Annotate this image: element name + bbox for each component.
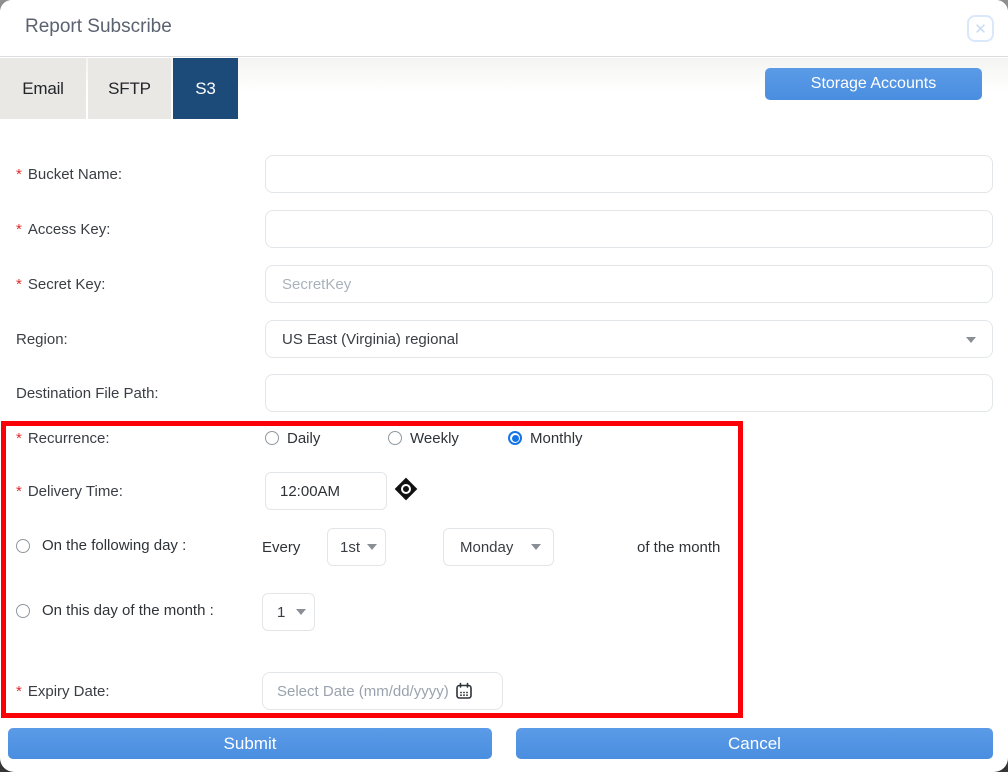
destination-file-path-input[interactable] [265, 374, 993, 412]
chevron-down-icon [367, 544, 377, 550]
region-selected-value: US East (Virginia) regional [282, 330, 459, 348]
radio-day-of-month[interactable] [16, 603, 30, 618]
storage-accounts-button[interactable]: Storage Accounts [765, 68, 982, 100]
access-key-label: * Access Key: [16, 220, 111, 238]
required-asterisk: * [16, 165, 22, 183]
recurrence-label: * Recurrence: [16, 429, 110, 447]
every-label: Every [262, 539, 301, 556]
day-of-month-option[interactable]: On this day of the month : [16, 602, 214, 619]
required-asterisk: * [16, 429, 22, 447]
following-day-label: On the following day : [42, 537, 187, 554]
weekday-select[interactable]: Monday [443, 528, 554, 566]
chevron-down-icon [531, 544, 541, 550]
required-asterisk: * [16, 220, 22, 238]
submit-button[interactable]: Submit [8, 728, 492, 759]
chevron-down-icon [296, 609, 306, 615]
region-label: Region: [16, 330, 68, 348]
required-asterisk: * [16, 682, 22, 700]
following-day-option[interactable]: On the following day : [16, 537, 186, 554]
tab-s3[interactable]: S3 [173, 58, 238, 119]
day-select[interactable]: 1 [262, 593, 315, 631]
expiry-date-placeholder: Select Date (mm/dd/yyyy) [277, 682, 449, 700]
bucket-name-label: * Bucket Name: [16, 165, 123, 183]
report-subscribe-dialog: Report Subscribe ✕ Email SFTP S3 Storage… [0, 0, 1008, 772]
bucket-name-input[interactable] [265, 155, 993, 193]
access-key-input[interactable] [265, 210, 993, 248]
tab-strip: Email SFTP S3 Storage Accounts [0, 58, 1008, 119]
region-select[interactable]: US East (Virginia) regional [265, 320, 993, 358]
of-the-month-label: of the month [637, 539, 721, 556]
required-asterisk: * [16, 482, 22, 500]
radio-monthly[interactable] [508, 431, 522, 445]
delivery-time-input[interactable] [265, 472, 387, 510]
recurrence-option-weekly[interactable]: Weekly [388, 428, 459, 448]
secret-key-input[interactable] [265, 265, 993, 303]
chevron-down-icon [966, 337, 976, 343]
ordinal-select[interactable]: 1st [327, 528, 386, 566]
expiry-date-label: * Expiry Date: [16, 682, 110, 700]
delivery-time-label: * Delivery Time: [16, 482, 123, 500]
dialog-header: Report Subscribe ✕ [0, 0, 1008, 57]
radio-following-day[interactable] [16, 538, 30, 553]
calendar-icon [455, 682, 473, 700]
destination-file-path-label: Destination File Path: [16, 384, 159, 402]
tab-email[interactable]: Email [0, 58, 86, 119]
time-picker-icon[interactable] [394, 477, 418, 501]
recurrence-option-daily[interactable]: Daily [265, 428, 320, 448]
recurrence-option-monthly[interactable]: Monthly [508, 428, 583, 448]
close-icon[interactable]: ✕ [967, 15, 994, 42]
cancel-button[interactable]: Cancel [516, 728, 993, 759]
tab-sftp[interactable]: SFTP [88, 58, 171, 119]
required-asterisk: * [16, 275, 22, 293]
secret-key-label: * Secret Key: [16, 275, 106, 293]
dialog-title: Report Subscribe [25, 16, 172, 37]
expiry-date-field[interactable]: Select Date (mm/dd/yyyy) [262, 672, 503, 710]
day-of-month-label: On this day of the month : [42, 602, 214, 619]
radio-weekly[interactable] [388, 431, 402, 445]
radio-daily[interactable] [265, 431, 279, 445]
